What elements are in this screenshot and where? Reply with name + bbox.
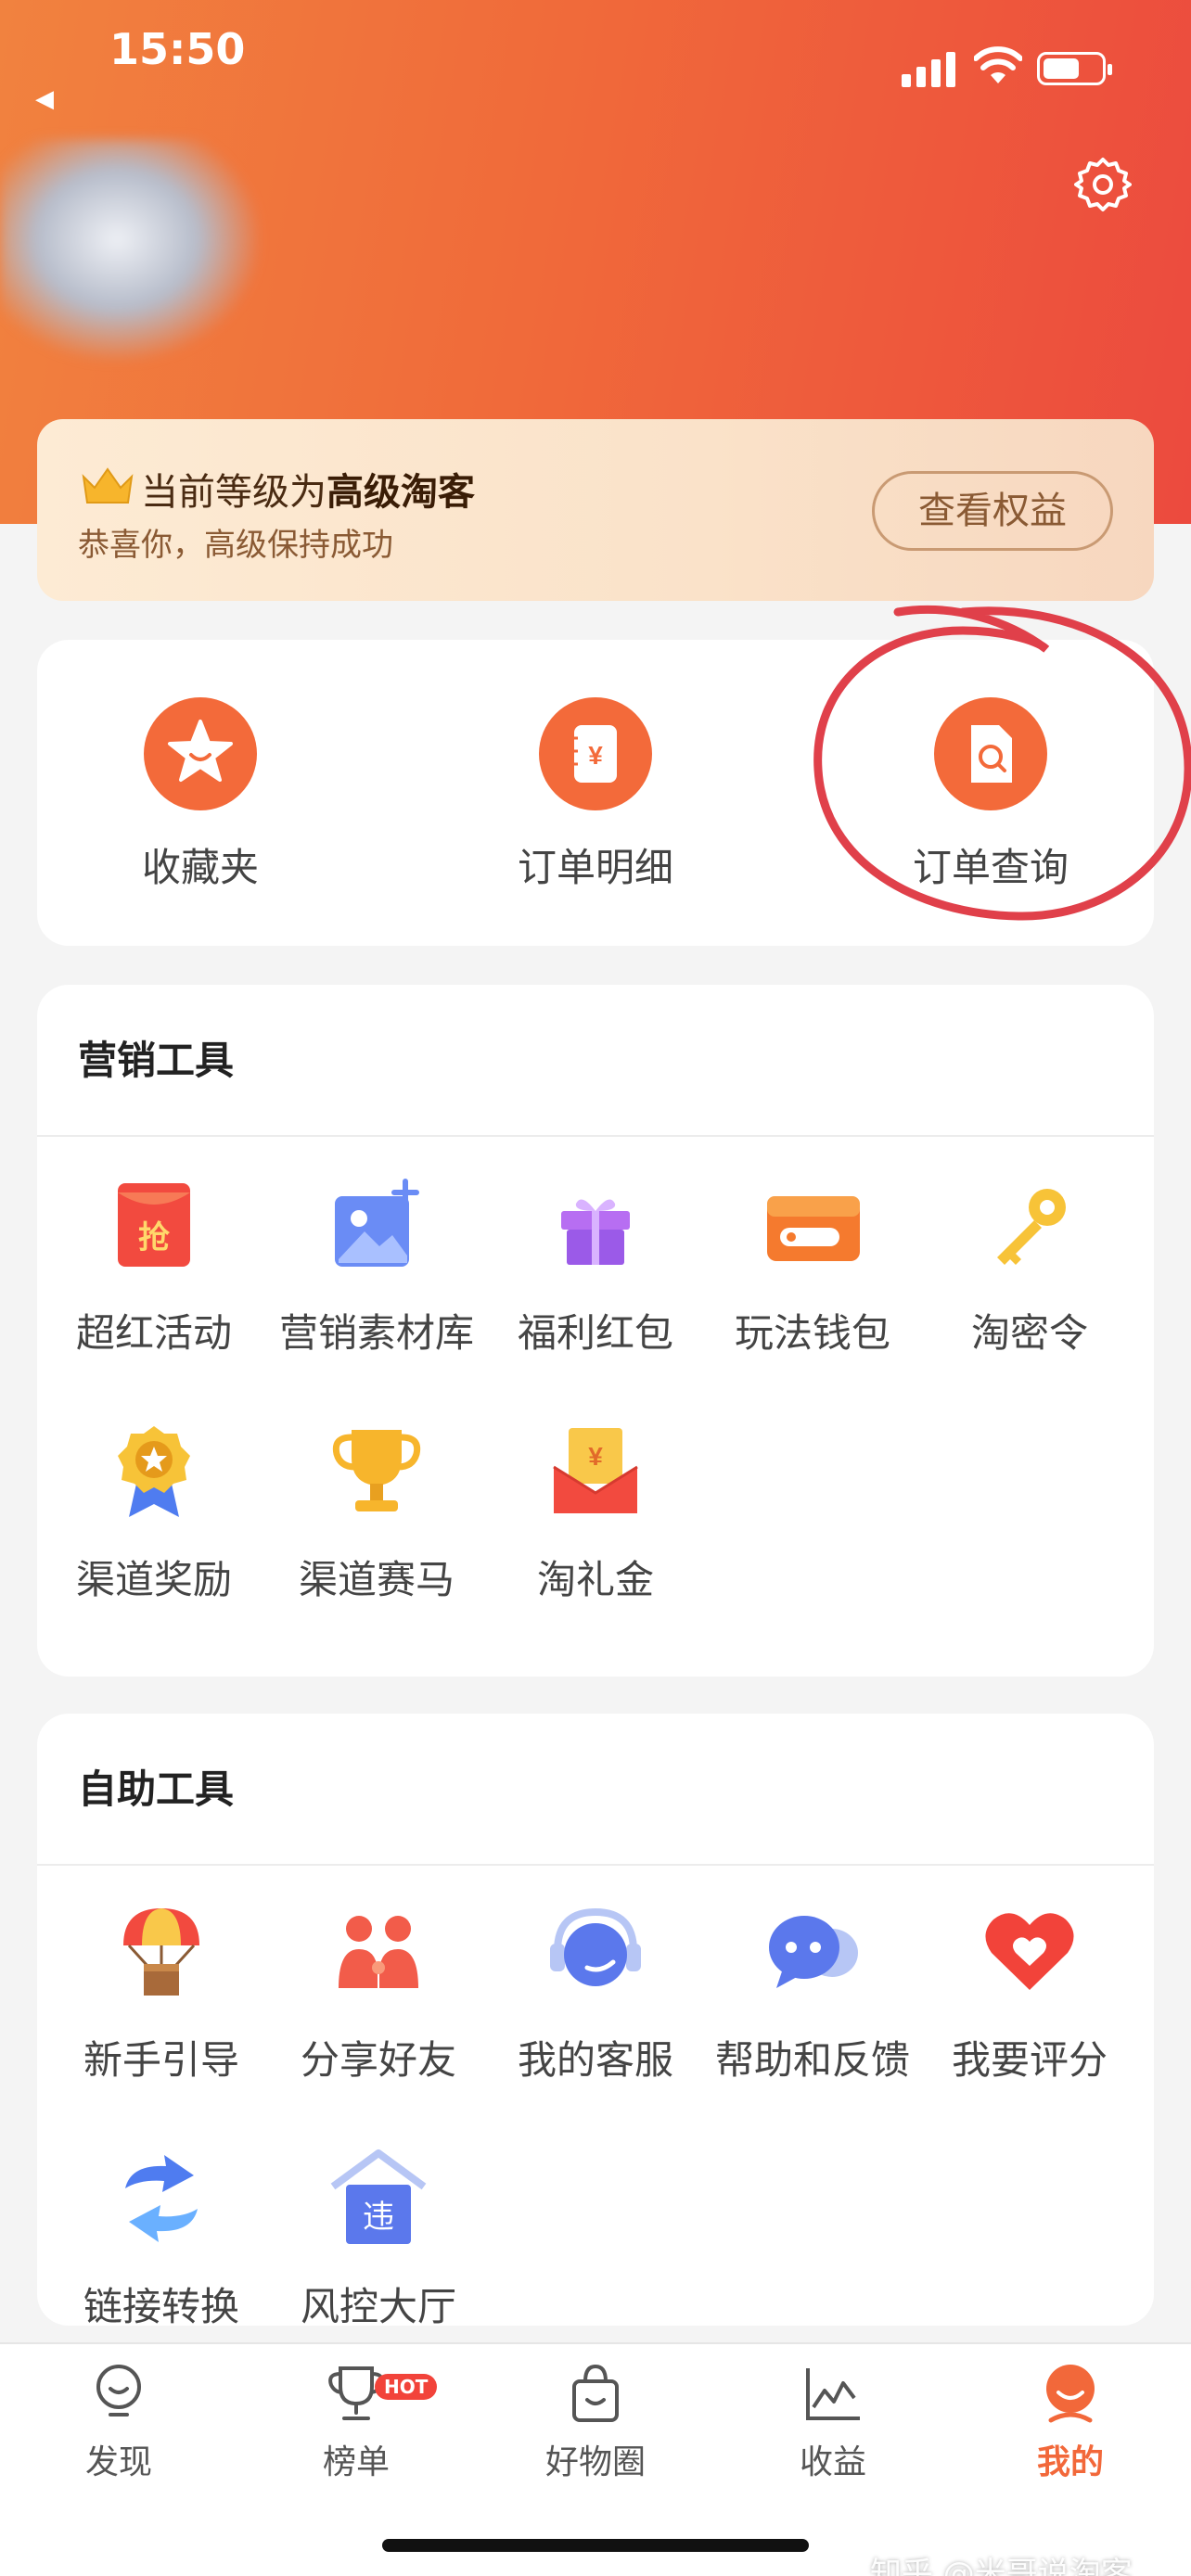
tool-label: 渠道奖励 xyxy=(75,1557,232,1602)
risk-house-icon: 违 xyxy=(327,2148,429,2250)
hot-badge: HOT xyxy=(375,2374,438,2400)
tool-channel-reward[interactable]: 渠道奖励 xyxy=(43,1421,265,1605)
order-query-label: 订单查询 xyxy=(912,845,1069,890)
tab-good-things-circle[interactable]: 好物圈 xyxy=(503,2361,688,2483)
tool-rate-us[interactable]: 我要评分 xyxy=(918,1901,1141,2085)
exchange-arrows-icon xyxy=(110,2148,212,2250)
order-details-entry[interactable]: ¥ 订单明细 xyxy=(456,697,735,893)
wifi-icon xyxy=(974,46,1022,83)
gift-icon xyxy=(544,1174,647,1276)
tool-label: 渠道赛马 xyxy=(298,1557,455,1602)
svg-text:抢: 抢 xyxy=(138,1219,171,1256)
tool-super-red[interactable]: 抢 超红活动 xyxy=(43,1174,265,1358)
tool-share-friends[interactable]: 分享好友 xyxy=(267,1901,490,2085)
tool-label: 风控大厅 xyxy=(300,2284,456,2329)
shopping-bag-icon xyxy=(563,2361,628,2426)
home-indicator[interactable] xyxy=(382,2539,809,2552)
tab-label: 发现 xyxy=(84,2443,152,2481)
tab-earnings[interactable]: 收益 xyxy=(740,2361,926,2483)
tool-label: 营销素材库 xyxy=(278,1310,474,1356)
tool-label: 帮助和反馈 xyxy=(714,2037,910,2083)
trophy-icon xyxy=(326,1421,428,1523)
tool-label: 我的客服 xyxy=(517,2037,673,2083)
order-details-label: 订单明细 xyxy=(517,845,673,890)
crown-icon xyxy=(82,467,134,504)
order-query-entry[interactable]: 订单查询 xyxy=(852,697,1130,893)
tool-welfare-redpacket[interactable]: 福利红包 xyxy=(484,1174,707,1358)
tool-label: 淘密令 xyxy=(970,1310,1088,1356)
chart-line-icon xyxy=(800,2361,865,2426)
lightbulb-icon xyxy=(86,2361,151,2426)
tool-label: 福利红包 xyxy=(517,1310,673,1356)
svg-text:¥: ¥ xyxy=(588,1442,603,1471)
tool-label: 玩法钱包 xyxy=(734,1310,890,1356)
view-rights-button[interactable]: 查看权益 xyxy=(872,471,1113,551)
tool-label: 链接转换 xyxy=(83,2284,239,2329)
favorites-entry[interactable]: 收藏夹 xyxy=(61,697,339,893)
medal-icon xyxy=(103,1421,205,1523)
tool-tao-password[interactable]: 淘密令 xyxy=(918,1174,1141,1358)
tab-label: 我的 xyxy=(1036,2443,1104,2481)
tool-label: 超红活动 xyxy=(75,1310,232,1356)
svg-text:违: 违 xyxy=(363,2199,394,2236)
self-help-tools-card: 自助工具 新手引导 分享好友 我的客服 帮助和反馈 我要评分 链接转换 违 风控… xyxy=(37,1714,1154,2329)
tool-link-convert[interactable]: 链接转换 xyxy=(50,2148,273,2332)
tool-label: 新手引导 xyxy=(83,2037,239,2083)
tool-label: 分享好友 xyxy=(300,2037,456,2083)
tool-label: 我要评分 xyxy=(951,2037,1108,2083)
marketing-tools-card: 营销工具 抢 超红活动 营销素材库 福利红包 玩法钱包 淘密令 渠道奖励 渠道赛… xyxy=(37,985,1154,1677)
image-plus-icon xyxy=(326,1174,428,1276)
level-subtitle: 恭喜你，高级保持成功 xyxy=(78,527,393,564)
red-envelope-icon: 抢 xyxy=(103,1174,205,1276)
orders-card: 收藏夹 ¥ 订单明细 订单查询 xyxy=(37,640,1154,946)
tab-discover[interactable]: 发现 xyxy=(26,2361,211,2483)
watermark: 知乎 @米哥说淘客 xyxy=(870,2556,1133,2576)
selfhelp-title: 自助工具 xyxy=(78,1766,235,1812)
chat-bubbles-icon xyxy=(762,1901,864,2003)
tool-help-feedback[interactable]: 帮助和反馈 xyxy=(701,1901,924,2085)
cash-envelope-icon: ¥ xyxy=(544,1421,647,1523)
yuan-note-icon: ¥ xyxy=(539,697,652,810)
profile-face-icon xyxy=(1038,2361,1103,2426)
star-icon xyxy=(144,697,257,810)
svg-text:¥: ¥ xyxy=(588,741,603,770)
tool-risk-control-hall[interactable]: 违 风控大厅 xyxy=(267,2148,490,2332)
settings-gear-icon[interactable] xyxy=(1074,156,1132,213)
tool-play-wallet[interactable]: 玩法钱包 xyxy=(701,1174,924,1358)
parachute-box-icon xyxy=(110,1901,212,2003)
divider xyxy=(37,1135,1154,1137)
level-title: 当前等级为高级淘客 xyxy=(141,471,475,514)
marketing-title: 营销工具 xyxy=(78,1038,235,1083)
tab-label: 收益 xyxy=(799,2443,866,2481)
tool-customer-service[interactable]: 我的客服 xyxy=(484,1901,707,2085)
status-bar: 15:50 ◀ xyxy=(0,0,1191,113)
divider xyxy=(37,1864,1154,1866)
heart-icon xyxy=(979,1901,1081,2003)
key-icon xyxy=(979,1174,1081,1276)
tool-marketing-assets[interactable]: 营销素材库 xyxy=(265,1174,488,1358)
tab-label: 好物圈 xyxy=(544,2443,646,2481)
tool-tao-gift-money[interactable]: ¥ 淘礼金 xyxy=(484,1421,707,1605)
level-name: 高级淘客 xyxy=(327,471,475,514)
status-time: 15:50 xyxy=(109,24,246,74)
tab-ranking[interactable]: HOT 榜单 xyxy=(263,2361,449,2483)
favorites-label: 收藏夹 xyxy=(141,845,259,890)
wallet-icon xyxy=(762,1174,864,1276)
signal-icon xyxy=(902,50,959,87)
tool-beginner-guide[interactable]: 新手引导 xyxy=(50,1901,273,2085)
level-card: 当前等级为高级淘客 恭喜你，高级保持成功 查看权益 xyxy=(37,419,1154,601)
tab-mine[interactable]: 我的 xyxy=(978,2361,1163,2483)
tool-label: 淘礼金 xyxy=(536,1557,654,1602)
document-search-icon xyxy=(934,697,1047,810)
back-arrow-icon[interactable]: ◀ xyxy=(35,85,54,113)
tab-label: 榜单 xyxy=(322,2443,390,2481)
headset-icon xyxy=(544,1901,647,2003)
battery-icon xyxy=(1037,52,1112,85)
tool-channel-race[interactable]: 渠道赛马 xyxy=(265,1421,488,1605)
friends-icon xyxy=(327,1901,429,2003)
avatar[interactable] xyxy=(0,139,260,362)
